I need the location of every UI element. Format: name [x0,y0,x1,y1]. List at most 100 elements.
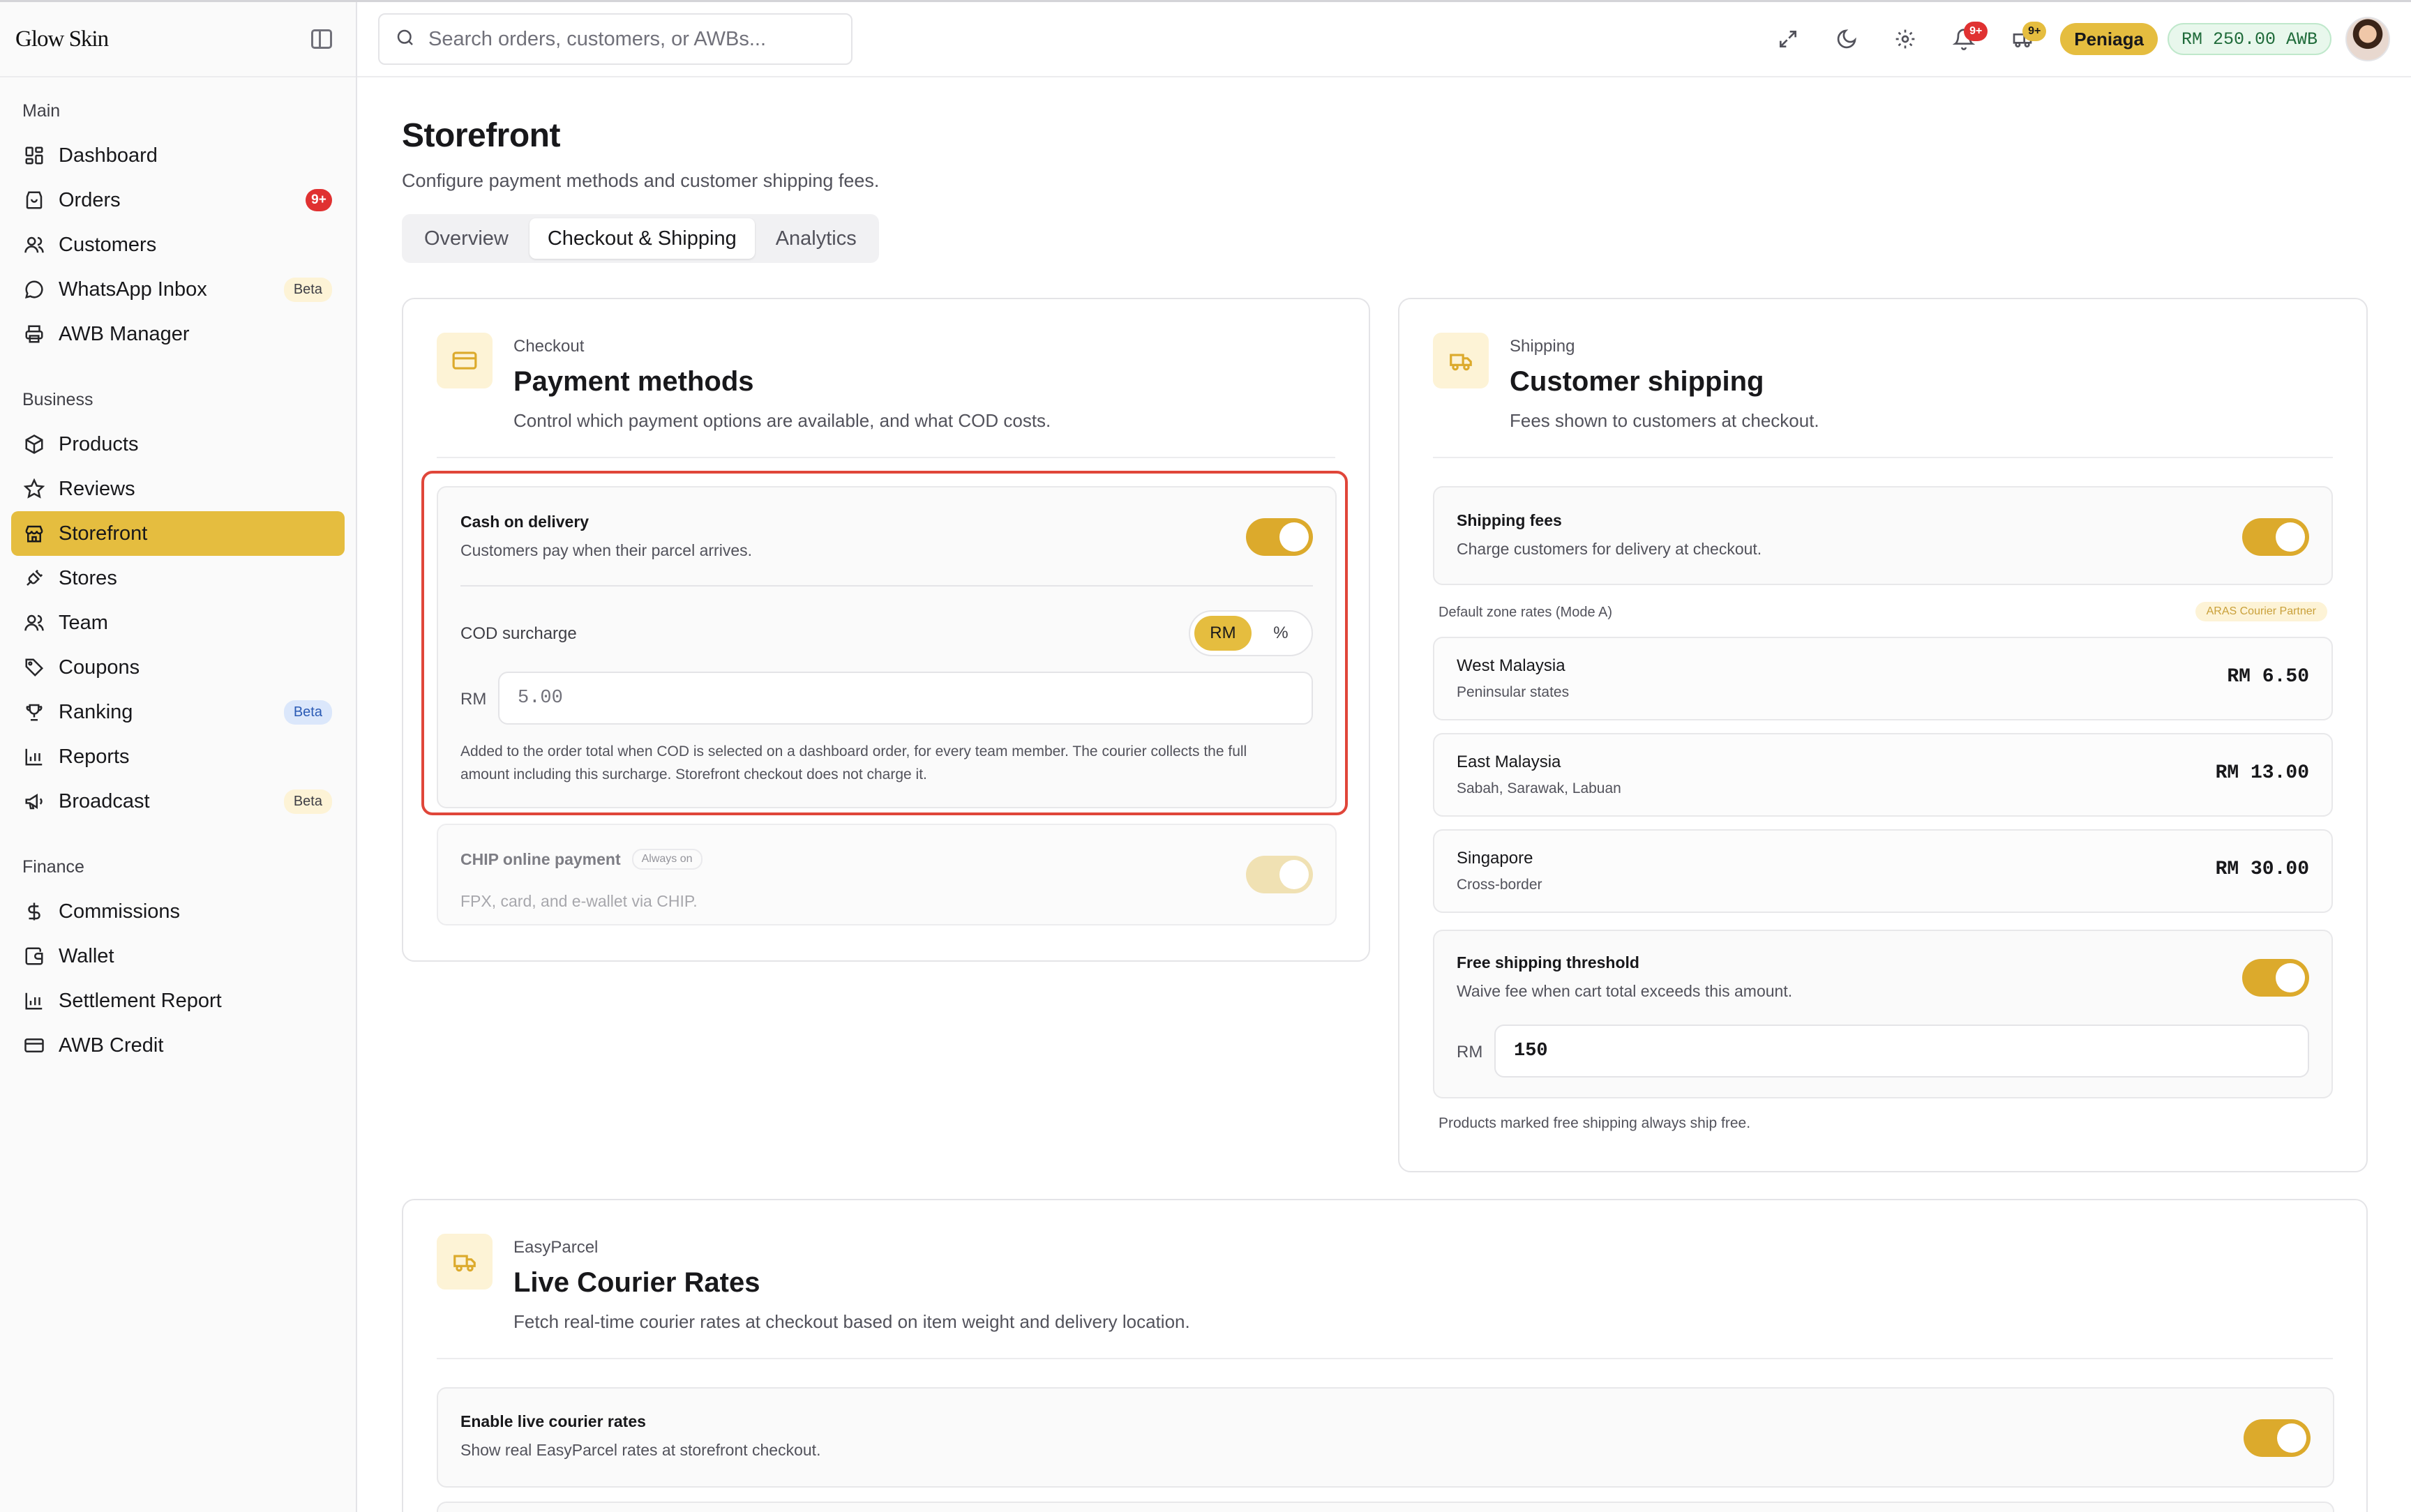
sidebar-item-orders[interactable]: Orders 9+ [11,178,345,222]
megaphone-icon [24,791,45,812]
sidebar-item-label: Customers [59,233,157,256]
sidebar-item-label: Dashboard [59,144,158,167]
tab-overview[interactable]: Overview [406,218,527,259]
free-shipping-panel: Free shipping threshold Waive fee when c… [1433,930,2333,1098]
sidebar-item-whatsapp-inbox[interactable]: WhatsApp Inbox Beta [11,267,345,312]
sidebar-item-stores[interactable]: Stores [11,556,345,600]
avatar[interactable] [2345,17,2390,61]
sidebar-item-team[interactable]: Team [11,600,345,645]
dark-mode-icon[interactable] [1817,13,1876,65]
sidebar-item-reports[interactable]: Reports [11,734,345,779]
search-placeholder: Search orders, customers, or AWBs... [428,27,767,50]
sidebar-section-finance: Finance [22,856,84,877]
trophy-icon [24,702,45,723]
credit-card-icon [24,1035,45,1056]
zone-rate: RM 6.50 [2227,666,2309,688]
sidebar-item-customers[interactable]: Customers [11,222,345,267]
shipping-fees-panel: Shipping fees Charge customers for deliv… [1433,486,2333,585]
card-description: Control which payment options are availa… [513,410,1051,431]
sidebar-toggle-icon[interactable] [311,29,332,49]
live-rates-toggle[interactable] [2244,1419,2311,1457]
sidebar-item-label: Settlement Report [59,989,222,1012]
tab-bar: Overview Checkout & Shipping Analytics [402,214,879,263]
credit-card-icon [437,333,493,388]
sidebar-item-wallet[interactable]: Wallet [11,934,345,978]
sidebar-item-label: Reviews [59,477,135,500]
zone-subtitle: Cross-border [1457,877,1542,893]
card-title: Payment methods [513,366,754,397]
zone-row-singapore: Singapore Cross-border RM 30.00 [1433,829,2333,913]
sidebar-item-label: AWB Manager [59,322,190,345]
sidebar-section-business: Business [22,389,93,409]
topbar-actions: 9+ 9+ Peniaga RM 250.00 AWB [1759,13,2390,65]
page-subtitle: Configure payment methods and customer s… [402,170,880,191]
sidebar-item-awb-credit[interactable]: AWB Credit [11,1023,345,1068]
sidebar-item-storefront[interactable]: Storefront [11,511,345,556]
sidebar-item-label: Reports [59,745,130,768]
shipping-fees-toggle[interactable] [2242,518,2309,556]
shipping-fees-subtitle: Charge customers for delivery at checkou… [1457,540,1762,558]
plan-badge[interactable]: Peniaga [2060,23,2158,55]
fullscreen-icon[interactable] [1759,13,1817,65]
shipments-icon[interactable]: 9+ [1993,13,2052,65]
chip-subtitle: FPX, card, and e-wallet via CHIP. [460,892,698,910]
always-on-badge: Always on [631,849,703,870]
divider [437,1358,2333,1359]
sidebar-item-ranking[interactable]: Ranking Beta [11,690,345,734]
zone-subtitle: Sabah, Sarawak, Labuan [1457,780,1621,796]
zone-name: West Malaysia [1457,656,1565,675]
search-input[interactable]: Search orders, customers, or AWBs... [378,13,853,65]
card-eyebrow: Checkout [513,337,585,356]
awb-balance-badge[interactable]: RM 250.00 AWB [2167,23,2331,55]
bar-chart-icon [24,990,45,1011]
sidebar-item-label: Ranking [59,700,133,723]
zone-row-west-malaysia: West Malaysia Peninsular states RM 6.50 [1433,637,2333,720]
shipping-fees-title: Shipping fees [1457,511,1562,529]
chat-icon [24,279,45,300]
divider [437,457,1335,458]
sidebar-item-dashboard[interactable]: Dashboard [11,133,345,178]
customer-shipping-card: Shipping Customer shipping Fees shown to… [1398,298,2368,1172]
sidebar-item-label: Orders [59,188,121,211]
free-shipping-input[interactable]: 150 [1494,1025,2309,1078]
tab-checkout-shipping[interactable]: Checkout & Shipping [529,218,755,259]
notifications-badge: 9+ [1964,22,1988,41]
truck-icon [1433,333,1489,388]
sidebar-item-broadcast[interactable]: Broadcast Beta [11,779,345,824]
sidebar-item-reviews[interactable]: Reviews [11,467,345,511]
beta-badge: Beta [283,277,332,302]
zone-rate: RM 13.00 [2215,762,2309,784]
free-shipping-toggle[interactable] [2242,959,2309,997]
dashboard-icon [24,145,45,166]
sidebar-item-label: Team [59,611,108,634]
tab-analytics[interactable]: Analytics [758,218,875,259]
live-rates-title: Enable live courier rates [460,1412,646,1430]
sidebar-item-settlement-report[interactable]: Settlement Report [11,978,345,1023]
free-shipping-prefix: RM [1457,1043,1483,1061]
sidebar-item-label: WhatsApp Inbox [59,278,207,301]
orders-icon [24,190,45,211]
chip-toggle [1246,856,1313,893]
divider [1433,457,2333,458]
sidebar-item-products[interactable]: Products [11,422,345,467]
sidebar-item-commissions[interactable]: Commissions [11,889,345,934]
enable-live-rates-panel: Enable live courier rates Show real Easy… [437,1387,2334,1488]
sidebar-item-label: Storefront [59,522,148,545]
free-shipping-value: 150 [1514,1041,1548,1061]
sidebar-item-awb-manager[interactable]: AWB Manager [11,312,345,356]
dollar-icon [24,901,45,922]
sidebar-item-coupons[interactable]: Coupons [11,645,345,690]
chip-title: CHIP online payment [460,849,621,868]
brand-logo[interactable]: Glow Skin [15,27,109,52]
main-area: Search orders, customers, or AWBs... 9+ … [357,2,2411,1512]
notifications-icon[interactable]: 9+ [1935,13,1993,65]
live-rates-subtitle: Show real EasyParcel rates at storefront… [460,1441,821,1459]
sidebar-item-label: Broadcast [59,789,150,812]
beta-badge: Beta [283,700,332,725]
zone-rates-label: Default zone rates (Mode A) [1439,605,1613,620]
star-icon [24,478,45,499]
zone-rate: RM 30.00 [2215,859,2309,880]
settings-icon[interactable] [1876,13,1935,65]
free-shipping-title: Free shipping threshold [1457,953,1639,972]
sidebar-item-label: Stores [59,566,117,589]
